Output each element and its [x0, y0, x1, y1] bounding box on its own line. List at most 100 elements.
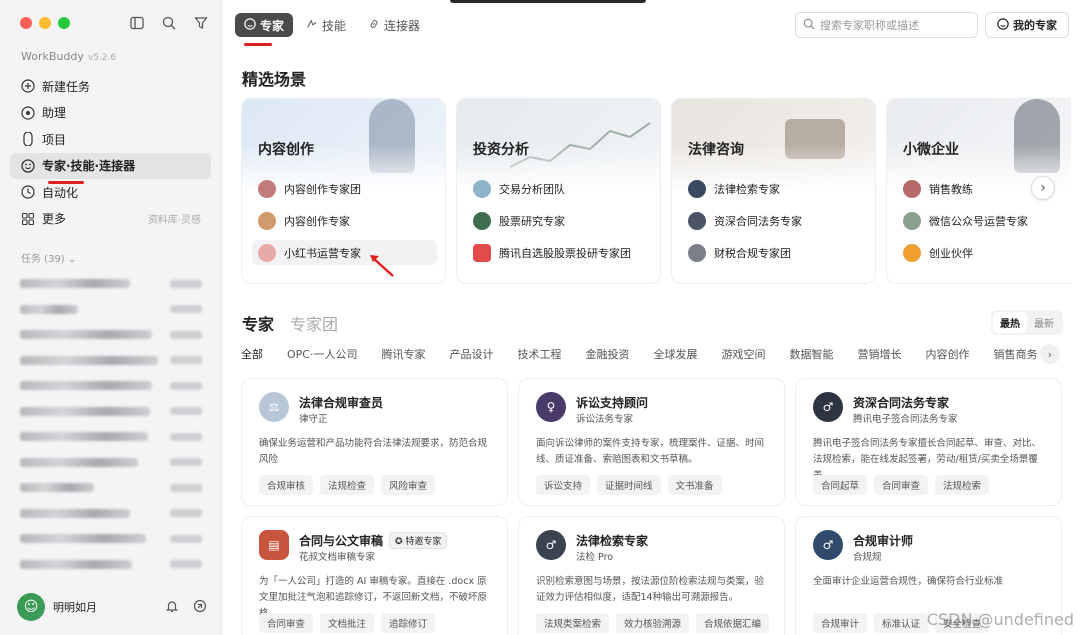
tag: 法规检索 [935, 475, 990, 495]
main-content: 专家 技能 连接器 搜索专家职称或描述 我的专家 精选场景 内容创作 内容创作专… [222, 0, 1080, 635]
scene-item[interactable]: 资深合同法务专家 [682, 208, 867, 233]
scene-item[interactable]: 创业伙伴 [897, 240, 1071, 265]
zoom-window-button[interactable] [58, 17, 70, 29]
nav-automation[interactable]: 自动化 [10, 179, 211, 205]
category-all[interactable]: 全部 [241, 346, 263, 362]
expert-description: 全面审计企业运营合规性，确保符合行业标准 [813, 576, 1004, 587]
category-item[interactable]: 金融投资 [585, 346, 629, 362]
scene-title: 小微企业 [903, 142, 959, 158]
task-row[interactable] [20, 552, 202, 578]
scene-item[interactable]: 内容创作专家 [252, 208, 437, 233]
blurred-task-title [20, 279, 130, 289]
blurred-task-time [170, 407, 202, 416]
search-icon [803, 18, 815, 33]
search-input[interactable]: 搜索专家职称或描述 [795, 12, 978, 38]
filter-icon[interactable] [192, 14, 210, 32]
task-row[interactable] [20, 297, 202, 323]
tab-experts-list[interactable]: 专家 [242, 311, 274, 335]
user-bar: ☺ 明明如月 [17, 593, 207, 621]
category-item[interactable]: 游戏空间 [721, 346, 765, 362]
scene-item[interactable]: 财税合规专家团 [682, 240, 867, 265]
category-item[interactable]: 营销增长 [857, 346, 901, 362]
expert-card[interactable]: ⚖ 法律合规审查员 律守正 确保业务运营和产品功能符合法律法规要求，防范合规风险… [241, 378, 508, 506]
category-item[interactable]: 销售商务 [993, 346, 1037, 362]
category-item[interactable]: 产品设计 [449, 346, 493, 362]
scene-item-label: 资深合同法务专家 [714, 214, 802, 228]
expert-card[interactable]: ♂ 法律检索专家 法检 Pro 识别检索意图与场景，按法源位阶检索法规与类案，验… [518, 516, 785, 635]
scene-item[interactable]: 腾讯自选股股票投研专家团 [467, 240, 652, 265]
tab-expert-teams[interactable]: 专家团 [290, 311, 338, 335]
scene-item-label: 小红书运营专家 [284, 246, 361, 260]
close-window-button[interactable] [20, 17, 32, 29]
my-experts-button[interactable]: 我的专家 [985, 12, 1069, 38]
category-item[interactable]: OPC·一人公司 [287, 346, 357, 362]
nav-project[interactable]: 项目 [10, 126, 211, 152]
tab-experts[interactable]: 专家 [235, 13, 294, 37]
scene-item[interactable]: 内容创作专家团 [252, 176, 437, 201]
task-row[interactable] [20, 348, 202, 374]
scene-card-content-creation[interactable]: 内容创作 内容创作专家团 内容创作专家 小红书运营专家 [241, 98, 446, 284]
avatar[interactable]: ☺ [17, 593, 45, 621]
nav-new-task[interactable]: 新建任务 [10, 73, 211, 99]
sort-new[interactable]: 最新 [1027, 312, 1061, 333]
nav-more[interactable]: 更多 资料库·灵感 [10, 206, 211, 232]
scene-card-legal[interactable]: 法律咨询 法律检索专家 资深合同法务专家 财税合规专家团 [671, 98, 876, 284]
blurred-task-title [20, 330, 152, 340]
scene-item-label: 内容创作专家 [284, 214, 350, 228]
tag: 合同审查 [259, 613, 314, 633]
task-row[interactable] [20, 450, 202, 476]
tab-connectors[interactable]: 连接器 [359, 13, 429, 37]
nav-label: 新建任务 [42, 79, 91, 94]
partner-icon [903, 243, 921, 262]
plus-circle-icon [20, 78, 36, 94]
scene-card-investment[interactable]: 投资分析 交易分析团队 股票研究专家 腾讯自选股股票投研专家团 [456, 98, 661, 284]
sort-hot[interactable]: 最热 [993, 312, 1027, 333]
blurred-task-title [20, 355, 158, 365]
task-row[interactable] [20, 373, 202, 399]
task-row[interactable] [20, 271, 202, 297]
sidebar-toggle-icon[interactable] [128, 14, 146, 32]
blurred-task-time [170, 279, 202, 288]
task-row[interactable] [20, 526, 202, 552]
tag: 标准认证 [874, 613, 929, 633]
scene-item-label: 股票研究专家 [499, 214, 565, 228]
category-item[interactable]: 腾讯专家 [381, 346, 425, 362]
task-row[interactable] [20, 475, 202, 501]
tag: 文书准备 [667, 475, 722, 495]
app-brand: WorkBuddy v5.2.6 [21, 50, 116, 63]
task-row[interactable] [20, 399, 202, 425]
avatar [258, 243, 276, 262]
task-row[interactable] [20, 501, 202, 527]
scene-item[interactable]: 法律检索专家 [682, 176, 867, 201]
tag: 风险审查 [381, 475, 436, 495]
task-row[interactable] [20, 322, 202, 348]
nav-label: 自动化 [42, 185, 79, 200]
scene-item[interactable]: 微信公众号运营专家 [897, 208, 1071, 233]
expert-card[interactable]: ▤ 合同与公文审稿 ✪ 特邀专家 花叔文档审稿专家 为「一人公司」打造的 AI 审… [241, 516, 508, 635]
minimize-window-button[interactable] [39, 17, 51, 29]
search-icon[interactable] [160, 14, 178, 32]
categories-next-button[interactable]: › [1040, 344, 1060, 364]
tasks-header[interactable]: 任务 (39) ⌄ [21, 250, 76, 265]
settings-icon[interactable] [193, 599, 207, 616]
category-item[interactable]: 内容创作 [925, 346, 969, 362]
category-item[interactable]: 数据智能 [789, 346, 833, 362]
category-item[interactable]: 技术工程 [517, 346, 561, 362]
category-item[interactable]: 全球发展 [653, 346, 697, 362]
expert-card[interactable]: ♂ 资深合同法务专家 腾讯电子签合同法务专家 腾讯电子签合同法务专家擅长合同起草… [795, 378, 1062, 506]
search-placeholder: 搜索专家职称或描述 [820, 19, 919, 32]
expert-name: 资深合同法务专家 [853, 396, 950, 410]
task-row[interactable] [20, 424, 202, 450]
tag: 合规审核 [259, 475, 314, 495]
expert-card[interactable]: ♀ 诉讼支持顾问 诉讼法务专家 面向诉讼律师的案件支持专家，梳理案件、证据、时间… [518, 378, 785, 506]
scene-item[interactable]: 股票研究专家 [467, 208, 652, 233]
nav-experts-skills-connectors[interactable]: 专家·技能·连接器 [10, 152, 211, 179]
tab-skills[interactable]: 技能 [297, 13, 355, 37]
bell-icon[interactable] [165, 599, 179, 616]
tag: 追踪修订 [381, 613, 436, 633]
nav-assistant[interactable]: 助理 [10, 100, 211, 126]
scene-item[interactable]: 小红书运营专家 [252, 240, 437, 265]
expert-description: 面向诉讼律师的案件支持专家，梳理案件、证据、时间线、质证准备、索赔图表和文书草稿… [536, 438, 765, 465]
scene-item[interactable]: 交易分析团队 [467, 176, 652, 201]
scenes-next-button[interactable]: › [1031, 176, 1055, 200]
